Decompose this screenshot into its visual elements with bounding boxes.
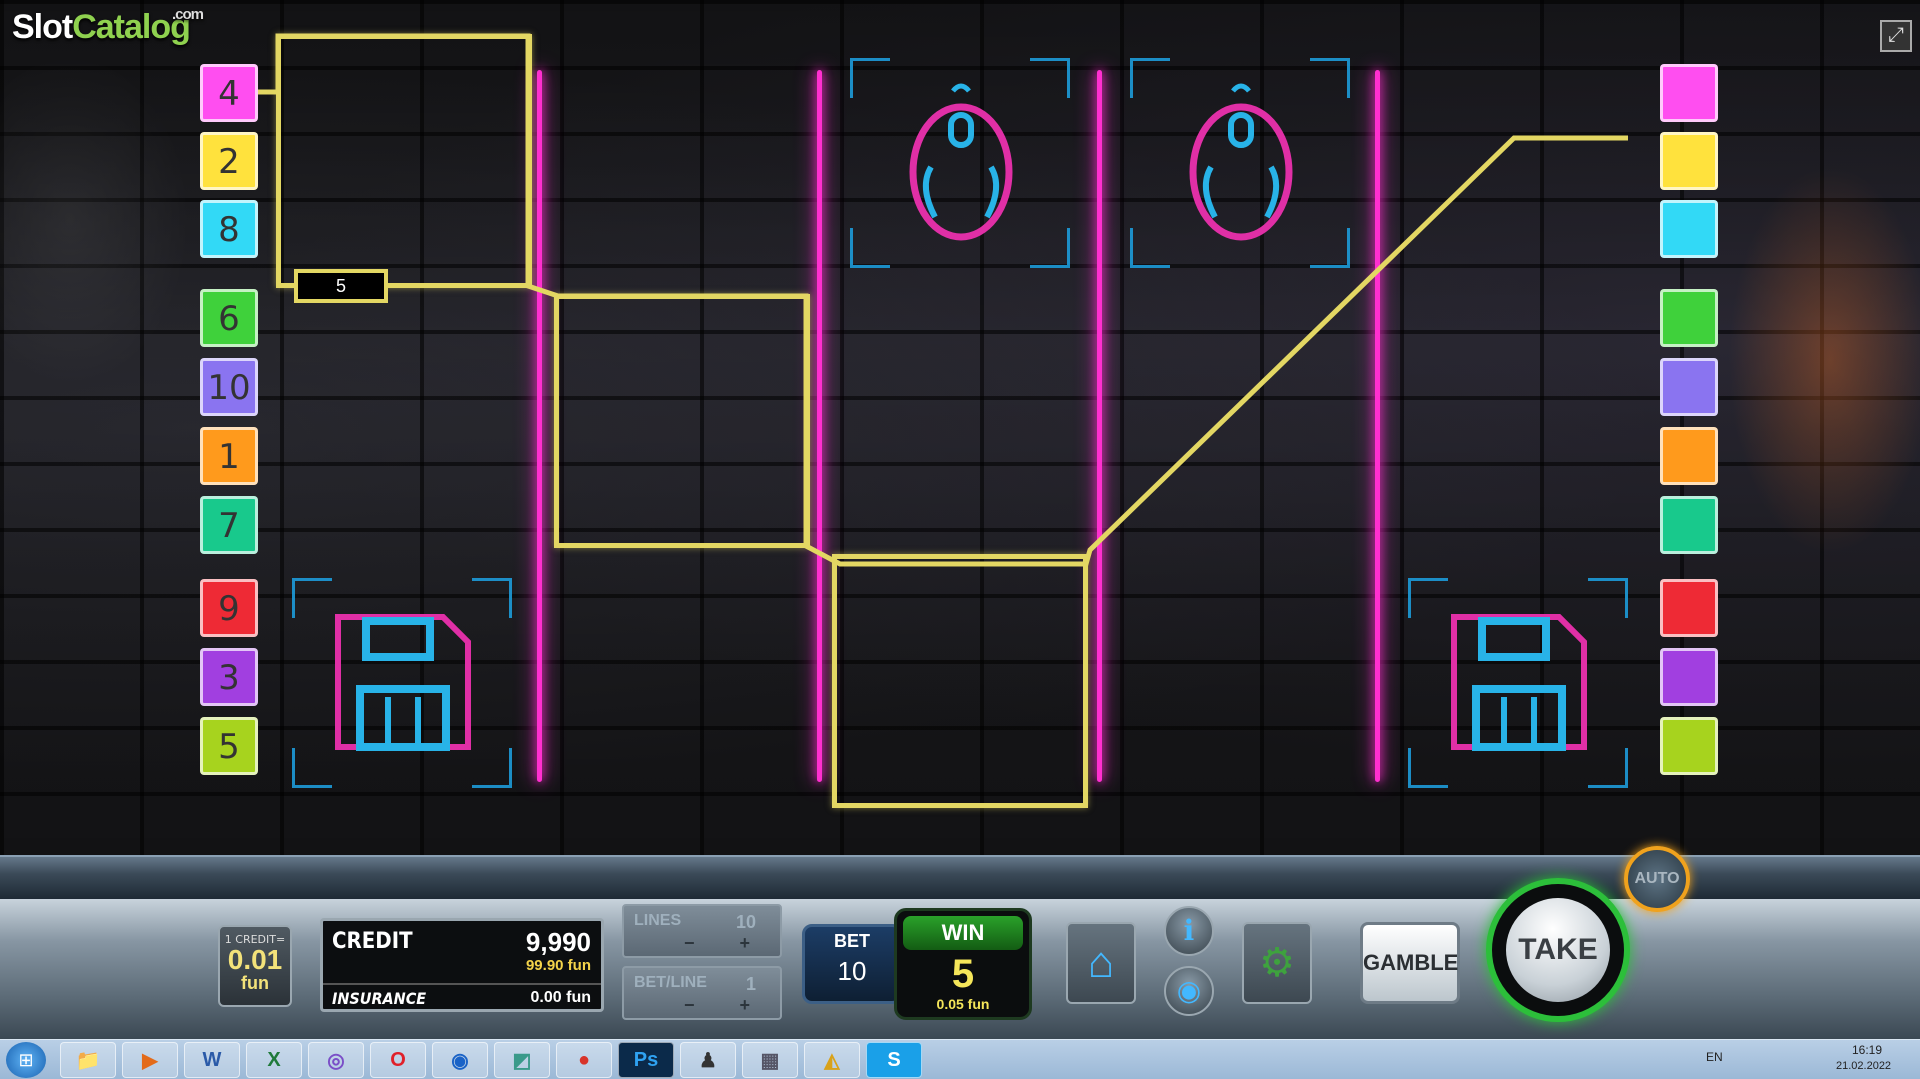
- taskbar-app-calculator[interactable]: ▦: [742, 1042, 798, 1078]
- take-label: TAKE: [1506, 898, 1610, 1002]
- lines-plus-minus[interactable]: − +: [684, 933, 770, 954]
- lines-value: 10: [735, 912, 756, 932]
- win-value: 5: [951, 952, 975, 996]
- taskbar-app-chrome[interactable]: ●: [556, 1042, 612, 1078]
- win-frame-r3: [832, 554, 1088, 808]
- info-icon: i: [1183, 914, 1195, 947]
- betline-label: BET/LINE: [634, 974, 707, 991]
- credit-label: CREDIT: [332, 929, 413, 954]
- line-win-amount: 5: [294, 269, 388, 303]
- taskbar-app-explorer[interactable]: 📁: [60, 1042, 116, 1078]
- bet-win-display: BET 10 WIN 5 0.05 fun: [802, 908, 1032, 1020]
- taskbar-app-viber[interactable]: ◎: [308, 1042, 364, 1078]
- credit-amount: 9,990: [525, 927, 591, 957]
- home-button[interactable]: ⌂: [1066, 922, 1136, 1004]
- win-frame-r2: [554, 294, 810, 548]
- start-button-icon[interactable]: ⊞: [6, 1042, 46, 1078]
- panel-divider: [323, 983, 601, 985]
- win-display: WIN 5 0.05 fun: [894, 908, 1032, 1020]
- tray-date[interactable]: 21.02.2022: [1836, 1060, 1891, 1072]
- taskbar-app-excel[interactable]: X: [246, 1042, 302, 1078]
- info-button[interactable]: i: [1164, 906, 1214, 956]
- taskbar-app-word[interactable]: W: [184, 1042, 240, 1078]
- bet-value: 10: [837, 956, 867, 986]
- taskbar-app-skype[interactable]: S: [866, 1042, 922, 1078]
- taskbar-app-archive[interactable]: ◭: [804, 1042, 860, 1078]
- credit-fun: 99.90 fun: [525, 957, 591, 974]
- sound-button[interactable]: ◉: [1164, 966, 1214, 1016]
- bet-label: BET: [834, 931, 870, 951]
- slot-game-screen: SlotCatalog .com ⤢ 4 2 8 6 10 1 7 9 3 5 …: [0, 0, 1920, 1079]
- taskbar-app-notes[interactable]: ◩: [494, 1042, 550, 1078]
- betline-plus-minus[interactable]: − +: [684, 995, 770, 1016]
- taskbar-app-browser[interactable]: ◉: [432, 1042, 488, 1078]
- credit-panel: CREDIT 9,990 99.90 fun INSURANCE 0.00 fu…: [320, 918, 604, 1012]
- lines-label: LINES: [634, 912, 682, 929]
- win-frame-r1: [276, 34, 532, 288]
- win-fun: 0.05 fun: [936, 996, 990, 1012]
- gamble-button[interactable]: GAMBLE: [1360, 922, 1460, 1004]
- gear-icon: ⚙: [1259, 941, 1295, 985]
- taskbar-app-media[interactable]: ▶: [122, 1042, 178, 1078]
- sound-icon: ◉: [1176, 974, 1202, 1007]
- insurance-value: 0.00 fun: [530, 989, 591, 1006]
- taskbar-app-game[interactable]: ♟: [680, 1042, 736, 1078]
- betline-value: 1: [745, 974, 756, 994]
- betline-stepper[interactable]: BET/LINE 1 − +: [622, 966, 782, 1020]
- bet-display: BET 10: [802, 924, 902, 1004]
- tray-time[interactable]: 16:19: [1852, 1043, 1882, 1057]
- lines-stepper[interactable]: LINES 10 − +: [622, 904, 782, 958]
- windows-taskbar: ⊞ 📁 ▶ W X ◎ O ◉ ◩ ● Ps ♟ ▦ ◭ S EN 16:19 …: [0, 1039, 1920, 1079]
- credit-value: 0.01: [227, 944, 283, 975]
- take-button[interactable]: TAKE: [1486, 878, 1630, 1022]
- credit-unit: fun: [241, 973, 269, 993]
- taskbar-app-opera[interactable]: O: [370, 1042, 426, 1078]
- home-icon: ⌂: [1087, 938, 1115, 987]
- win-label: WIN: [903, 916, 1023, 950]
- credit-value-button[interactable]: 1 CREDIT= 0.01 fun: [218, 925, 292, 1007]
- insurance-label: INSURANCE: [332, 989, 427, 1008]
- settings-button[interactable]: ⚙: [1242, 922, 1312, 1004]
- tray-language[interactable]: EN: [1706, 1050, 1723, 1064]
- taskbar-app-photoshop[interactable]: Ps: [618, 1042, 674, 1078]
- autoplay-button[interactable]: AUTO: [1624, 846, 1690, 912]
